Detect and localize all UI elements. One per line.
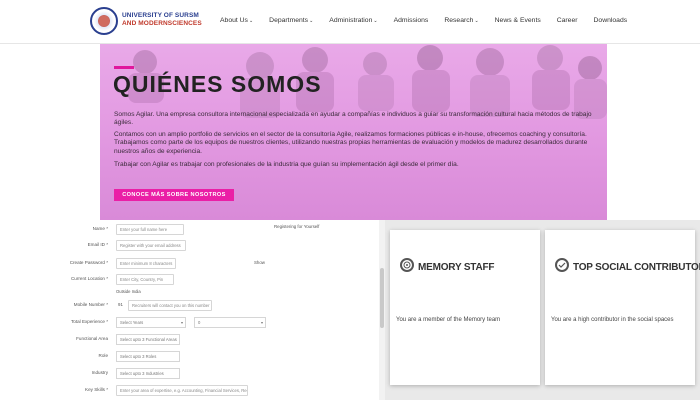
nav-label: About Us: [220, 17, 248, 24]
target-icon: [400, 258, 414, 272]
scroll-thumb[interactable]: [380, 268, 384, 328]
hero-paragraph-2: Contamos con un amplio portfolio de serv…: [114, 131, 588, 155]
badge-icon: [555, 258, 569, 272]
learn-more-button[interactable]: CONOCE MÁS SOBRE NOSOTROS: [114, 189, 234, 201]
main-nav: About Us⌄ Departments⌄ Administration⌄ A…: [220, 17, 643, 24]
experience-years-select[interactable]: Select Years ▾: [116, 317, 186, 328]
functional-area-select[interactable]: Select upto 3 Functional Areas: [116, 334, 180, 345]
nav-label: Research: [444, 17, 474, 24]
hero-title: QUIÉNES SOMOS: [113, 71, 322, 97]
nav-label: Departments: [269, 17, 309, 24]
mobile-field[interactable]: Recruiters will contact you on this numb…: [128, 300, 212, 311]
badge-title: TOP SOCIAL CONTRIBUTOR: [573, 262, 700, 273]
password-label: Create Password *: [69, 260, 108, 265]
chevron-down-icon: ⌄: [474, 18, 479, 24]
registering-for-label: Registering for Yourself: [274, 224, 320, 229]
name-label: Name *: [92, 226, 108, 231]
nav-departments[interactable]: Departments⌄: [269, 17, 313, 24]
outside-india-link[interactable]: Outside India: [116, 289, 141, 294]
select-value: Select upto 3 Roles: [120, 354, 157, 359]
industry-label: Industry: [91, 370, 108, 375]
registration-form: Registering for Yourself Name * Enter yo…: [0, 220, 380, 400]
select-value: Select upto 3 Functional Areas: [120, 337, 177, 342]
key-skills-label: Key Skills *: [85, 387, 108, 392]
password-field[interactable]: Enter minimum 8 characters: [116, 258, 176, 269]
about-hero-banner: QUIÉNES SOMOS Somos Agilar. Una empresa …: [100, 44, 607, 220]
chevron-down-icon: ▾: [180, 320, 183, 325]
country-code: 91: [118, 302, 123, 307]
title-accent-bar: [114, 66, 134, 69]
brand-line1: UNIVERSITY OF SURSM: [122, 12, 199, 19]
nav-label: Career: [556, 17, 578, 24]
location-label: Current Location *: [70, 276, 108, 281]
nav-label: Administration: [329, 17, 373, 24]
university-logo[interactable]: [90, 7, 118, 35]
badge-title: MEMORY STAFF: [418, 262, 495, 273]
role-label: Role: [98, 353, 108, 358]
nav-label: Admissions: [393, 17, 429, 24]
nav-career[interactable]: Career: [557, 17, 578, 24]
nav-research[interactable]: Research⌄: [444, 17, 478, 24]
nav-admissions[interactable]: Admissions: [394, 17, 429, 24]
role-select[interactable]: Select upto 3 Roles: [116, 351, 180, 362]
nav-label: Downloads: [593, 17, 628, 24]
email-field[interactable]: Register with your email address: [116, 240, 186, 251]
nav-administration[interactable]: Administration⌄: [329, 17, 377, 24]
seal-icon: [98, 15, 110, 27]
badge-description: You are a high contributor in the social…: [551, 317, 674, 323]
badge-card-top-social[interactable]: TOP SOCIAL CONTRIBUTOR You are a high co…: [545, 230, 700, 385]
select-value: Select upto 3 Industries: [120, 371, 164, 376]
name-field[interactable]: Enter your full name here: [116, 224, 184, 235]
chevron-down-icon: ⌄: [373, 18, 378, 24]
chevron-down-icon: ⌄: [248, 18, 254, 24]
brand-name[interactable]: UNIVERSITY OF SURSM AND MODERNSCIENCES: [122, 12, 202, 28]
mobile-label: Mobile Number *: [73, 302, 108, 307]
chevron-down-icon: ⌄: [309, 18, 314, 24]
hero-paragraph-3: Trabajar con Agilar es trabajar con prof…: [114, 161, 459, 168]
select-value: 0: [198, 320, 201, 325]
email-label: Email ID *: [87, 242, 108, 247]
brand-line2: AND MODERNSCIENCES: [122, 20, 202, 27]
chevron-down-icon: ▾: [260, 320, 263, 325]
key-skills-field[interactable]: Enter your area of expertise, e.g. Accou…: [116, 385, 248, 396]
badge-card-memory-staff[interactable]: MEMORY STAFF You are a member of the Mem…: [390, 230, 540, 385]
show-password-toggle[interactable]: Show: [254, 260, 265, 265]
functional-area-label: Functional Area: [76, 336, 108, 341]
hero-paragraph-1: Somos Agilar. Una empresa consultora int…: [114, 111, 592, 127]
experience-months-select[interactable]: 0 ▾: [194, 317, 266, 328]
experience-label: Total Experience *: [70, 319, 108, 324]
location-field[interactable]: Enter City, Country, Pin: [116, 274, 174, 285]
nav-label: News & Events: [494, 17, 541, 24]
badge-description: You are a member of the Memory team: [396, 317, 501, 323]
badges-panel: MEMORY STAFF You are a member of the Mem…: [385, 220, 700, 400]
nav-about-us[interactable]: About Us⌄: [220, 17, 253, 24]
nav-news-events[interactable]: News & Events: [495, 17, 541, 24]
select-value: Select Years: [120, 320, 144, 325]
nav-downloads[interactable]: Downloads: [594, 17, 628, 24]
top-navbar: UNIVERSITY OF SURSM AND MODERNSCIENCES A…: [0, 0, 700, 44]
industry-select[interactable]: Select upto 3 Industries: [116, 368, 180, 379]
